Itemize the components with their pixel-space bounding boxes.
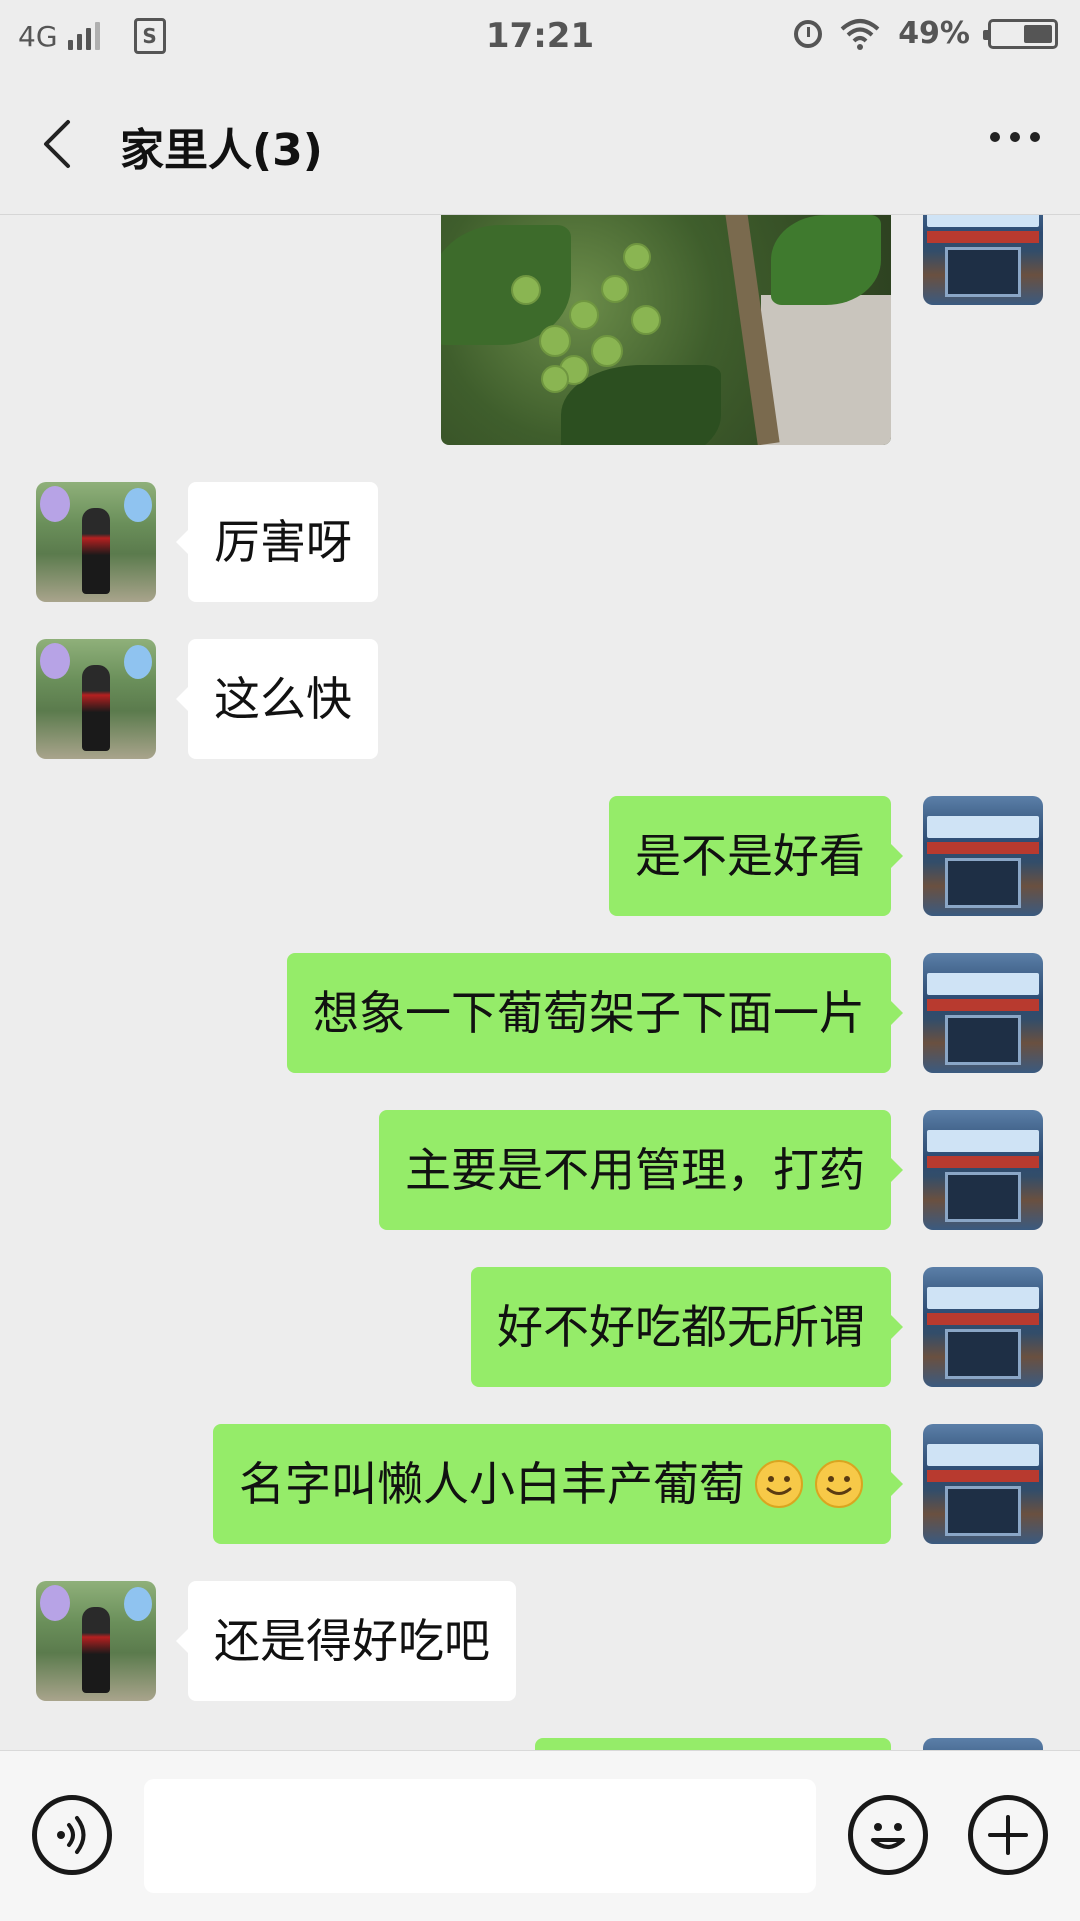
grape-dot — [541, 365, 569, 393]
grape-dot — [511, 275, 541, 305]
my-avatar[interactable] — [923, 215, 1043, 305]
message-bubble-incoming[interactable]: 还是得好吃吧 — [176, 1581, 516, 1701]
battery-percent: 49% — [898, 16, 970, 51]
alarm-icon — [794, 19, 823, 48]
my-avatar[interactable] — [923, 1110, 1043, 1230]
smiley-icon — [871, 1823, 905, 1849]
avatar-banner — [927, 215, 1039, 227]
avatar-banner — [927, 1444, 1039, 1466]
smile-emoji-icon — [815, 1459, 863, 1508]
more-dot-icon — [990, 132, 1000, 142]
contact-avatar[interactable] — [36, 639, 156, 759]
photo-leaf — [771, 215, 881, 305]
grape-dot — [601, 275, 629, 303]
grape-dot — [623, 243, 651, 271]
message-input[interactable] — [144, 1779, 816, 1893]
battery-fill — [1023, 24, 1052, 43]
my-avatar[interactable] — [923, 796, 1043, 916]
avatar-person — [82, 1607, 110, 1693]
avatar-person — [82, 665, 110, 751]
message-bubble-outgoing[interactable]: 名字叫懒人小白丰产葡萄 — [213, 1424, 903, 1544]
my-avatar[interactable] — [923, 953, 1043, 1073]
back-button[interactable] — [30, 114, 90, 174]
avatar-door — [945, 1329, 1021, 1379]
avatar-banner-red — [927, 842, 1039, 854]
avatar-banner — [927, 1287, 1039, 1309]
avatar-balloon — [40, 643, 70, 679]
more-dot-icon — [1030, 132, 1040, 142]
contact-avatar[interactable] — [36, 482, 156, 602]
voice-button[interactable] — [32, 1795, 112, 1875]
avatar-balloon — [124, 488, 152, 522]
message-bubble-outgoing[interactable]: 主要是不用管理，打药 — [379, 1110, 903, 1230]
battery-icon — [983, 18, 1058, 49]
avatar-door — [945, 247, 1021, 297]
avatar-balloon — [40, 1585, 70, 1621]
grape-dot — [539, 325, 571, 357]
wifi-icon — [840, 18, 880, 50]
message-bubble-incoming[interactable]: 厉害呀 — [176, 482, 378, 602]
message-text: 名字叫懒人小白丰产葡萄 — [239, 1457, 745, 1511]
avatar-balloon — [124, 645, 152, 679]
more-button[interactable] — [990, 132, 1040, 142]
avatar-banner-red — [927, 1156, 1039, 1168]
avatar-door — [945, 1015, 1021, 1065]
avatar-door — [945, 858, 1021, 908]
avatar-banner — [927, 816, 1039, 838]
grape-dot — [631, 305, 661, 335]
grape-dot — [591, 335, 623, 367]
avatar-door — [945, 1486, 1021, 1536]
message-bubble-outgoing-partial[interactable] — [535, 1738, 891, 1750]
avatar-banner-red — [927, 1470, 1039, 1482]
message-bubble-outgoing[interactable]: 好不好吃都无所谓 — [471, 1267, 903, 1387]
avatar-banner-red — [927, 1313, 1039, 1325]
plus-button[interactable] — [968, 1795, 1048, 1875]
message-bubble-outgoing[interactable]: 想象一下葡萄架子下面一片 — [287, 953, 903, 1073]
contact-avatar[interactable] — [36, 1581, 156, 1701]
chat-message-list[interactable]: 厉害呀 这么快 是不是好看 想象一下葡萄架子下面一片 主要是不用管理，打药 好不… — [0, 215, 1080, 1750]
chat-header: 家里人(3) — [0, 76, 1080, 215]
input-bar — [0, 1750, 1080, 1921]
smile-emoji-icon — [755, 1459, 803, 1508]
grape-dot — [569, 300, 599, 330]
avatar-door — [945, 1172, 1021, 1222]
photo-message[interactable] — [441, 215, 891, 445]
avatar-balloon — [40, 486, 70, 522]
message-bubble-incoming[interactable]: 这么快 — [176, 639, 378, 759]
my-avatar[interactable] — [923, 1424, 1043, 1544]
avatar-banner-red — [927, 231, 1039, 243]
photo-wall — [761, 295, 891, 445]
message-bubble-outgoing[interactable]: 是不是好看 — [609, 796, 903, 916]
status-right: 49% — [794, 16, 1058, 51]
my-avatar[interactable] — [923, 1738, 1043, 1750]
more-dot-icon — [1010, 132, 1020, 142]
emoji-button[interactable] — [848, 1795, 928, 1875]
my-avatar[interactable] — [923, 1267, 1043, 1387]
voice-icon — [57, 1816, 86, 1854]
avatar-banner-red — [927, 999, 1039, 1011]
avatar-banner — [927, 973, 1039, 995]
chat-title: 家里人(3) — [120, 125, 323, 176]
avatar-balloon — [124, 1587, 152, 1621]
avatar-person — [82, 508, 110, 594]
avatar-banner — [927, 1130, 1039, 1152]
plus-icon — [988, 1815, 1028, 1855]
status-bar: 4G S 17:21 49% — [0, 0, 1080, 76]
